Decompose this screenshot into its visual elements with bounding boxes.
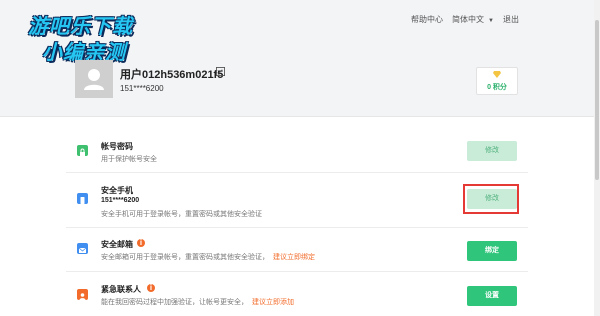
set-emergency-contact-button[interactable]: 设置	[467, 286, 517, 306]
lock-icon	[77, 145, 88, 156]
avatar-icon	[84, 69, 104, 90]
chevron-down-icon: ▼	[488, 18, 494, 24]
bind-email-button[interactable]: 绑定	[467, 241, 517, 261]
header-divider	[0, 116, 600, 117]
phone-icon	[77, 193, 88, 204]
diamond-icon	[493, 71, 501, 78]
warning-icon: i	[137, 239, 145, 247]
row-title-emergency: 紧急联系人	[101, 285, 141, 294]
row-divider	[66, 172, 528, 173]
modify-password-button[interactable]: 修改	[467, 141, 517, 161]
user-phone: 151****6200	[120, 84, 164, 93]
watermark-logo: 游吧乐下载 小编亲测	[18, 10, 178, 64]
watermark-line-1: 游吧乐下载	[28, 16, 133, 38]
row-value-phone: 151****6200	[101, 197, 140, 204]
avatar[interactable]	[75, 60, 113, 98]
nav-language-select[interactable]: 简体中文 ▼	[452, 14, 494, 25]
username: 用户012h536m021f5	[120, 69, 224, 81]
row-divider	[66, 271, 528, 272]
row-title-email: 安全邮箱	[101, 240, 133, 249]
warning-icon: i	[147, 284, 155, 292]
mail-icon	[77, 243, 88, 254]
row-subtitle-emergency: 能在我回密码过程中加强验证，让帐号更安全， 建议立即添加	[101, 297, 294, 307]
scrollbar-thumb[interactable]	[595, 20, 599, 180]
nav-help-link[interactable]: 帮助中心	[411, 14, 443, 25]
bind-email-link[interactable]: 建议立即绑定	[273, 254, 315, 261]
nav-exit-link[interactable]: 退出	[503, 14, 519, 25]
row-subtitle-phone: 安全手机可用于登录帐号，重置密码或其他安全验证	[101, 211, 262, 218]
row-subtitle-email-text: 安全邮箱可用于登录帐号，重置密码或其他安全验证，	[101, 254, 269, 261]
row-subtitle-emergency-text: 能在我回密码过程中加强验证，让帐号更安全，	[101, 299, 248, 306]
row-divider	[66, 227, 528, 228]
nav-language-label: 简体中文	[452, 15, 484, 24]
highlight-annotation	[463, 184, 519, 214]
row-title-phone: 安全手机	[101, 186, 133, 195]
row-title-password: 帐号密码	[101, 142, 133, 151]
add-contact-link[interactable]: 建议立即添加	[252, 299, 294, 306]
points-value: 0 积分	[487, 84, 507, 91]
points-card[interactable]: 0 积分	[476, 67, 518, 95]
contact-icon	[77, 289, 88, 300]
row-subtitle-email: 安全邮箱可用于登录帐号，重置密码或其他安全验证， 建议立即绑定	[101, 252, 315, 262]
row-subtitle-password: 用于保护帐号安全	[101, 156, 157, 163]
edit-icon[interactable]	[216, 67, 225, 76]
